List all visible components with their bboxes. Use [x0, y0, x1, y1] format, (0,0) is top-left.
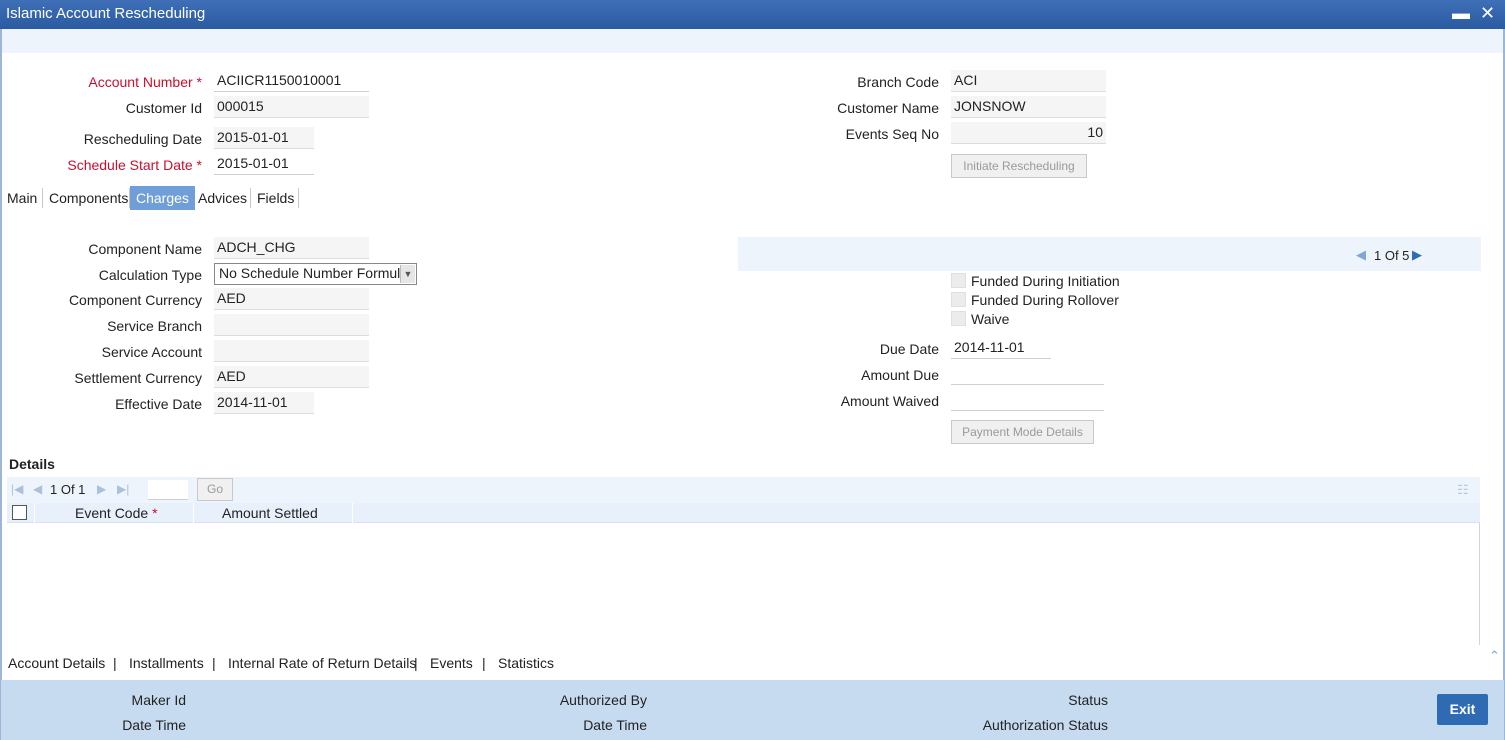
service-branch-field[interactable] [214, 314, 369, 336]
audit-footer [1, 680, 1504, 740]
customer-id-label: Customer Id [125, 100, 202, 116]
account-number-field[interactable]: ACIICR1150010001 [214, 70, 369, 92]
maker-date-time-label: Date Time [122, 717, 186, 733]
tab-charges[interactable]: Charges [130, 186, 195, 210]
exit-button[interactable]: Exit [1437, 694, 1488, 725]
due-date-label: Due Date [879, 341, 939, 357]
tab-main[interactable]: Main [1, 186, 43, 210]
internal-rate-of-return-details-link[interactable]: Internal Rate of Return Details [228, 655, 416, 671]
rescheduling-date-label: Rescheduling Date [83, 131, 202, 147]
installments-link[interactable]: Installments [129, 655, 204, 671]
column-divider [352, 503, 353, 523]
toolbar-strip [1, 29, 1504, 53]
rescheduling-date-field[interactable]: 2015-01-01 [214, 127, 314, 149]
charge-pager-bar: ◀ 1 Of 5 ▶ [738, 237, 1481, 271]
collapse-icon[interactable]: ⌃ [1489, 648, 1500, 664]
authorized-by-label: Authorized By [559, 692, 647, 708]
branch-code-field[interactable]: ACI [951, 70, 1106, 92]
charge-pager-text: 1 Of 5 [1374, 248, 1410, 263]
maker-id-label: Maker Id [131, 692, 186, 708]
go-button[interactable]: Go [197, 478, 233, 501]
calculation-type-select[interactable]: No Schedule Number Formula ▼ [214, 263, 417, 285]
funded-during-initiation-checkbox[interactable] [951, 273, 966, 288]
due-date-field[interactable]: 2014-11-01 [951, 337, 1051, 359]
link-separator: | [482, 655, 486, 671]
amount-due-field[interactable] [951, 363, 1104, 385]
authorization-status-label: Authorization Status [982, 717, 1108, 733]
link-separator: | [414, 655, 418, 671]
calculation-type-label: Calculation Type [98, 267, 202, 283]
details-grid-body [7, 523, 1480, 645]
events-seq-no-field[interactable]: 10 [951, 122, 1106, 144]
component-currency-field[interactable]: AED [214, 288, 369, 310]
funded-during-rollover-label: Funded During Rollover [971, 292, 1119, 308]
payment-mode-details-button[interactable]: Payment Mode Details [951, 420, 1094, 444]
statistics-link[interactable]: Statistics [498, 655, 554, 671]
funded-during-rollover-checkbox[interactable] [951, 292, 966, 307]
customer-name-label: Customer Name [837, 100, 939, 116]
select-all-checkbox[interactable] [12, 505, 27, 520]
tab-fields[interactable]: Fields [251, 186, 300, 210]
amount-waived-label: Amount Waived [840, 393, 939, 409]
events-seq-no-label: Events Seq No [845, 126, 939, 142]
service-branch-label: Service Branch [107, 318, 202, 334]
schedule-start-date-field[interactable]: 2015-01-01 [214, 153, 314, 175]
account-details-link[interactable]: Account Details [8, 655, 105, 671]
close-icon[interactable]: ✕ [1480, 2, 1495, 24]
previous-page-icon[interactable]: ◀ [33, 482, 42, 496]
last-page-icon[interactable]: ▶| [117, 482, 129, 496]
funded-during-initiation-label: Funded During Initiation [971, 273, 1120, 289]
account-number-label: Account Number * [88, 74, 202, 90]
first-page-icon[interactable]: |◀ [11, 482, 23, 496]
amount-waived-field[interactable] [951, 389, 1104, 411]
next-icon[interactable]: ▶ [1412, 247, 1422, 263]
customer-name-field[interactable]: JONSNOW [951, 96, 1106, 118]
events-link[interactable]: Events [430, 655, 473, 671]
chevron-down-icon[interactable]: ▼ [400, 265, 415, 283]
settlement-currency-field[interactable]: AED [214, 366, 369, 388]
column-header-amount-settled[interactable]: Amount Settled [222, 505, 318, 521]
column-divider [34, 503, 35, 523]
column-divider [193, 503, 194, 523]
column-settings-icon[interactable]: ☷ [1457, 482, 1469, 498]
status-label: Status [1068, 692, 1108, 708]
next-page-icon[interactable]: ▶ [97, 482, 106, 496]
window-title: Islamic Account Rescheduling [6, 5, 206, 22]
title-bar: Islamic Account Rescheduling ▬ ✕ [0, 0, 1505, 29]
component-name-field[interactable]: ADCH_CHG [214, 237, 369, 259]
tab-advices[interactable]: Advices [192, 186, 253, 210]
minimize-icon[interactable]: ▬ [1452, 2, 1470, 24]
branch-code-label: Branch Code [857, 74, 939, 90]
details-grid-header: Event Code * Amount Settled [7, 503, 1480, 523]
details-grid-toolbar: |◀ ◀ 1 Of 1 ▶ ▶| Go ☷ [7, 477, 1480, 503]
customer-id-field[interactable]: 000015 [214, 96, 369, 118]
column-header-event-code[interactable]: Event Code * [75, 505, 158, 521]
tab-components[interactable]: Components [43, 186, 134, 210]
service-account-field[interactable] [214, 340, 369, 362]
auth-date-time-label: Date Time [583, 717, 647, 733]
waive-label: Waive [971, 311, 1010, 327]
effective-date-label: Effective Date [115, 396, 202, 412]
details-pager-text: 1 Of 1 [50, 482, 86, 497]
component-name-label: Component Name [88, 241, 202, 257]
component-currency-label: Component Currency [68, 292, 202, 308]
schedule-start-date-label: Schedule Start Date * [67, 157, 202, 173]
settlement-currency-label: Settlement Currency [74, 370, 202, 386]
previous-icon[interactable]: ◀ [1356, 247, 1366, 263]
service-account-label: Service Account [101, 344, 202, 360]
link-separator: | [113, 655, 117, 671]
details-title: Details [9, 456, 55, 472]
link-separator: | [212, 655, 216, 671]
initiate-rescheduling-button[interactable]: Initiate Rescheduling [951, 154, 1087, 178]
amount-due-label: Amount Due [861, 367, 939, 383]
calculation-type-value: No Schedule Number Formula [219, 265, 409, 281]
tab-separator [298, 188, 299, 208]
waive-checkbox[interactable] [951, 311, 966, 326]
effective-date-field[interactable]: 2014-11-01 [214, 392, 314, 414]
page-number-input[interactable] [148, 480, 188, 500]
